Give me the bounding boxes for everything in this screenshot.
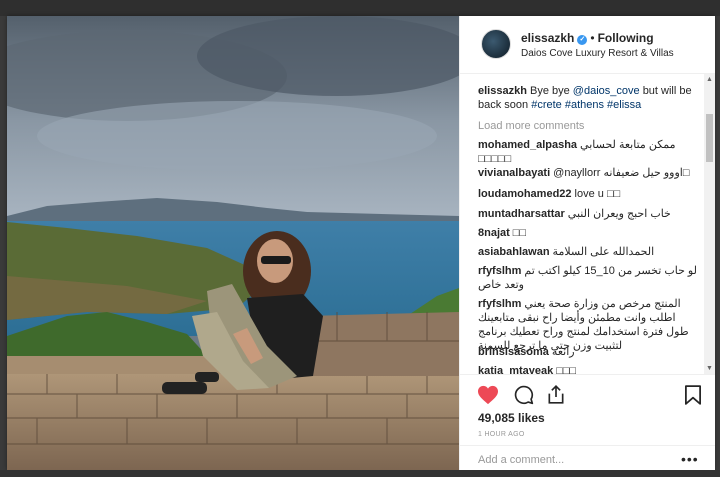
caption-text-1: Bye bye	[529, 85, 570, 97]
heart-icon[interactable]	[477, 385, 499, 405]
comment-text: love u □□	[574, 188, 621, 200]
comment-username[interactable]: brinsisasoma	[478, 346, 549, 358]
comments-list[interactable]: elissazkh Bye bye @daios_cove but will b…	[460, 74, 704, 374]
scroll-down-icon[interactable]: ▼	[706, 365, 713, 372]
comment-item: loudamohamed22 love u □□	[478, 187, 700, 201]
comment-text: رائعة	[551, 346, 575, 358]
comment-text: □□	[512, 227, 527, 239]
comment-text: □□□	[556, 365, 577, 374]
share-icon[interactable]	[546, 384, 566, 405]
location-link[interactable]: Daios Cove Luxury Resort & Villas	[521, 48, 674, 59]
post-timestamp: 1 HOUR AGO	[478, 431, 525, 438]
comment-item: brinsisasoma رائعة	[478, 345, 700, 359]
comment-icon[interactable]	[514, 385, 534, 405]
comment-item: mohamed_alpasha ممكن متابعة لحسابي □□□□□	[478, 138, 700, 166]
comment-username[interactable]: asiabahlawan	[478, 246, 550, 258]
comment-text: خاب احبج ويعران النبي	[567, 208, 671, 220]
backdrop-bottom	[0, 470, 720, 477]
photo-illustration	[7, 16, 459, 470]
scroll-up-icon[interactable]: ▲	[706, 76, 713, 83]
comment-text: الحمدالله على السلامة	[552, 246, 655, 258]
post-photo[interactable]	[7, 16, 459, 470]
comment-item: 8najat □□	[478, 226, 700, 240]
post-sidebar: elissazkh ✓ • Following Daios Cove Luxury R…	[459, 16, 715, 470]
comment-username[interactable]: mohamed_alpasha	[478, 139, 577, 151]
comment-item: rfyfslhm لو حاب تخسر من 10_15 كيلو اكتب ت…	[478, 264, 700, 292]
comment-username[interactable]: rfyfslhm	[478, 298, 521, 310]
scroll-thumb[interactable]	[706, 114, 713, 162]
comment-item: asiabahlawan الحمدالله على السلامة	[478, 245, 700, 259]
caption-username[interactable]: elissazkh	[478, 85, 527, 97]
add-comment-input[interactable]: Add a comment...	[478, 454, 564, 466]
post-modal: elissazkh ✓ • Following Daios Cove Luxury R…	[7, 16, 715, 470]
post-header: elissazkh ✓ • Following Daios Cove Luxury R…	[460, 16, 715, 74]
add-comment-bar: Add a comment... •••	[460, 445, 715, 472]
load-more-comments[interactable]: Load more comments	[478, 120, 584, 132]
avatar[interactable]	[481, 29, 511, 59]
comment-item: muntadharsattar خاب احبج ويعران النبي	[478, 207, 700, 221]
comment-item: vivianalbayati @nayllorr اووو حيل ضعيفانه…	[478, 166, 700, 180]
more-options-icon[interactable]: •••	[681, 451, 699, 467]
comment-text: @nayllorr اووو حيل ضعيفانه□	[553, 167, 690, 179]
header-separator: •	[590, 31, 595, 45]
bookmark-icon[interactable]	[685, 385, 701, 405]
backdrop-top	[0, 0, 720, 16]
post-actions: 49,085 likes 1 HOUR AGO Add a comment...…	[460, 374, 715, 471]
verified-badge-icon: ✓	[577, 35, 588, 45]
caption-mention[interactable]: @daios_cove	[573, 85, 640, 97]
comments-scrollbar[interactable]: ▲ ▼	[704, 74, 715, 374]
comment-username[interactable]: katia_mtayeak	[478, 365, 553, 374]
comment-username[interactable]: loudamohamed22	[478, 188, 572, 200]
comment-username[interactable]: 8najat	[478, 227, 510, 239]
caption: elissazkh Bye bye @daios_cove but will b…	[478, 84, 698, 112]
comment-username[interactable]: rfyfslhm	[478, 265, 521, 277]
comment-item: katia_mtayeak □□□	[478, 364, 700, 374]
header-username[interactable]: elissazkh	[521, 31, 574, 45]
comment-username[interactable]: muntadharsattar	[478, 208, 565, 220]
comment-username[interactable]: vivianalbayati	[478, 167, 550, 179]
likes-count[interactable]: 49,085 likes	[478, 411, 545, 425]
following-button[interactable]: Following	[598, 31, 654, 45]
caption-hashtags[interactable]: #crete #athens #elissa	[531, 99, 641, 111]
header-username-row: elissazkh ✓ • Following	[521, 31, 654, 45]
